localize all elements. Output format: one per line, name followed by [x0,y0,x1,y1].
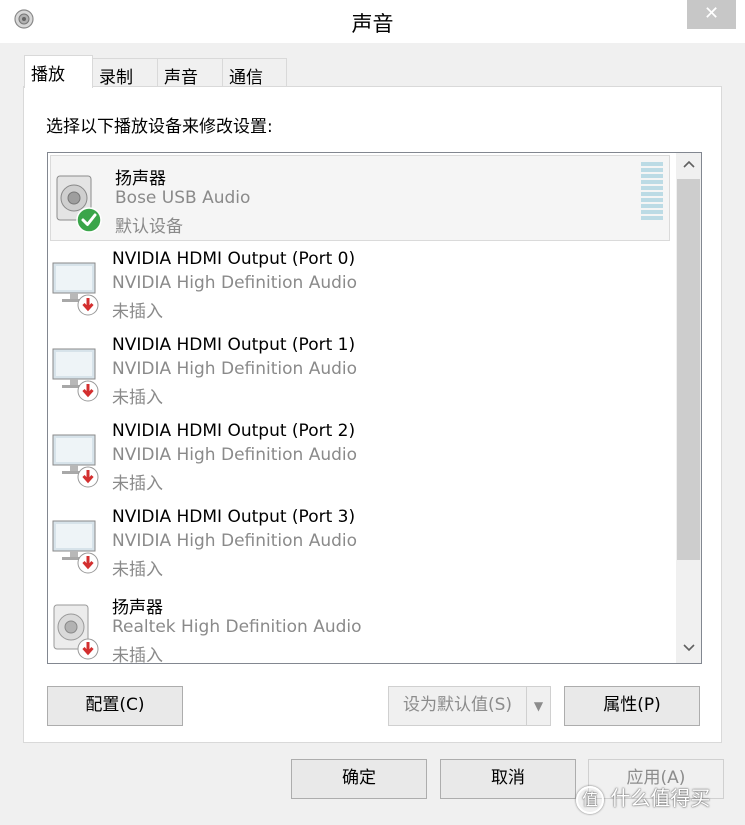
unplugged-icon [77,638,99,660]
configure-button[interactable]: 配置(C) [47,686,183,726]
device-status: 未插入 [112,560,163,580]
close-button[interactable]: ✕ [687,0,736,29]
tab-playback[interactable]: 播放 [24,55,93,88]
device-status: 默认设备 [115,217,183,237]
volume-level-meter [641,162,663,222]
device-driver: NVIDIA High Definition Audio [112,273,358,293]
device-driver: NVIDIA High Definition Audio [112,531,358,551]
instruction-text: 选择以下播放设备来修改设置: [46,117,273,137]
watermark: 值 什么值得买 [576,782,741,814]
cancel-button[interactable]: 取消 [440,759,576,799]
scroll-down-button[interactable] [676,637,701,661]
list-item[interactable]: 扬声器 Bose USB Audio 默认设备 [50,155,670,241]
default-check-icon [76,207,102,233]
scroll-up-button[interactable] [676,153,701,177]
title-bar: 声音 ✕ [0,0,745,43]
window-title: 声音 [351,12,394,36]
device-driver: Realtek High Definition Audio [112,617,362,637]
device-name: 扬声器 [115,169,166,189]
set-default-split-button[interactable]: 设为默认值(S) ▼ [388,686,551,726]
device-driver: NVIDIA High Definition Audio [112,445,358,465]
chevron-down-icon [682,644,695,652]
device-list[interactable]: 扬声器 Bose USB Audio 默认设备 NVIDIA HDMI Outp… [47,152,702,664]
unplugged-icon [77,380,99,402]
list-item[interactable]: NVIDIA HDMI Output (Port 0) NVIDIA High … [48,241,673,327]
device-status: 未插入 [112,474,163,494]
dropdown-arrow-icon[interactable]: ▼ [526,687,550,725]
device-name: NVIDIA HDMI Output (Port 3) [112,507,356,527]
list-item[interactable]: NVIDIA HDMI Output (Port 3) NVIDIA High … [48,499,673,585]
device-status: 未插入 [112,646,163,664]
tab-strip: 播放 录制 声音 通信 [0,55,745,88]
tab-sounds[interactable]: 声音 [157,58,223,88]
set-default-label: 设为默认值(S) [402,695,513,715]
device-name: NVIDIA HDMI Output (Port 0) [112,249,356,269]
device-name: 扬声器 [112,598,163,618]
ok-button[interactable]: 确定 [291,759,427,799]
device-driver: Bose USB Audio [115,188,251,208]
close-icon: ✕ [703,3,720,24]
device-status: 未插入 [112,302,163,322]
device-driver: NVIDIA High Definition Audio [112,359,358,379]
list-item[interactable]: NVIDIA HDMI Output (Port 1) NVIDIA High … [48,327,673,413]
vertical-scrollbar[interactable] [676,153,701,663]
unplugged-icon [77,466,99,488]
list-item[interactable]: 扬声器 Realtek High Definition Audio 未插入 [48,585,673,664]
scroll-thumb[interactable] [677,179,700,560]
device-status: 未插入 [112,388,163,408]
playback-panel: 选择以下播放设备来修改设置: 扬声器 Bose USB Audio 默认设备 N… [23,86,722,743]
device-name: NVIDIA HDMI Output (Port 2) [112,421,356,441]
tab-communications[interactable]: 通信 [222,58,287,88]
tab-recording[interactable]: 录制 [92,58,158,88]
properties-button[interactable]: 属性(P) [564,686,700,726]
sound-dialog: 声音 ✕ 播放 录制 声音 通信 选择以下播放设备来修改设置: 扬声器 Bose… [0,0,745,825]
watermark-text: 什么值得买 [610,786,711,810]
device-name: NVIDIA HDMI Output (Port 1) [112,335,356,355]
list-item[interactable]: NVIDIA HDMI Output (Port 2) NVIDIA High … [48,413,673,499]
chevron-up-icon [682,160,695,168]
watermark-logo: 值 [576,785,604,814]
unplugged-icon [77,294,99,316]
unplugged-icon [77,552,99,574]
